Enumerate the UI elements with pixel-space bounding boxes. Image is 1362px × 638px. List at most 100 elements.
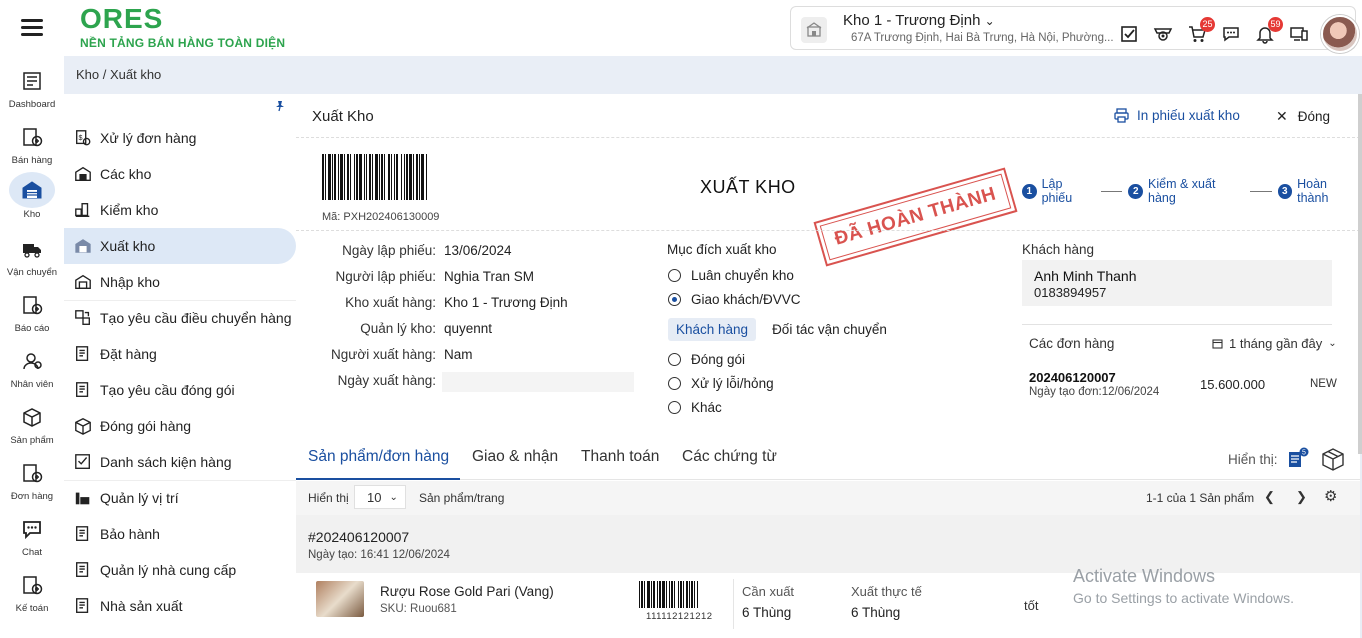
transfer-request-icon	[72, 307, 94, 329]
print-export-button[interactable]: In phiếu xuất kho	[1114, 108, 1240, 123]
rail-item-label: Đơn hàng	[10, 491, 54, 502]
step-connector	[1101, 190, 1123, 192]
store-selector[interactable]: Kho 1 - Trương Định ⌄ 67A Trương Định, H…	[790, 6, 1359, 53]
purpose-radio[interactable]: Xử lý lỗi/hỏng	[668, 376, 774, 391]
divider	[733, 579, 734, 629]
per-page-select[interactable]: 10 ⌄	[354, 485, 406, 509]
subnav-item-13[interactable]: Quản lý nhà cung cấp	[64, 552, 296, 588]
menu-icon[interactable]	[21, 19, 43, 37]
rail-item-10[interactable]: Kế toán	[0, 568, 64, 614]
rail-item-6[interactable]: Nhân viên	[0, 344, 64, 390]
bell-icon[interactable]: 59	[1253, 17, 1283, 47]
rail-item-8[interactable]: Đơn hàng	[0, 456, 64, 502]
list-view-icon[interactable]: 5	[1284, 446, 1310, 472]
order-code[interactable]: 202406120007	[1029, 370, 1116, 385]
per-page-label: Sản phẩm/trang	[419, 491, 505, 505]
export-date-field[interactable]	[442, 372, 634, 392]
step-number: 3	[1277, 183, 1293, 199]
subnav-item-8[interactable]: Tạo yêu cầu đóng gói	[64, 372, 296, 408]
cart-icon[interactable]: 25	[1185, 17, 1215, 47]
tab-customer[interactable]: Khách hàng	[668, 318, 757, 341]
subnav-item-12[interactable]: Bảo hành	[64, 516, 296, 552]
export-panel: Xuất Kho In phiếu xuất kho ✕ Đóng Mã: PX…	[296, 94, 1360, 638]
subnav-item-9[interactable]: Đóng gói hàng	[64, 408, 296, 444]
subnav-item-label: Tạo yêu cầu đóng gói	[100, 382, 235, 398]
subnav-item-6[interactable]: Tạo yêu cầu điều chuyển hàng	[64, 300, 296, 336]
import-icon	[72, 271, 94, 293]
group-order-code: #202406120007	[308, 529, 410, 545]
purpose-radio[interactable]: Luân chuyển kho	[668, 268, 794, 283]
box-view-icon[interactable]	[1320, 446, 1346, 472]
panel-title: Xuất Kho	[312, 108, 374, 125]
logo[interactable]: ORES NỀN TẢNG BÁN HÀNG TOÀN DIỆN	[80, 4, 286, 51]
orders-date-filter[interactable]: 1 tháng gần đây ⌄	[1212, 336, 1337, 351]
purpose-radio[interactable]: Đóng gói	[668, 352, 745, 367]
product-name[interactable]: Rượu Rose Gold Pari (Vang)	[380, 584, 554, 599]
radio-button[interactable]	[668, 353, 681, 366]
subnav-item-7[interactable]: Đặt hàng	[64, 336, 296, 372]
info-label: Ngày xuất hàng:	[337, 373, 436, 388]
radio-label: Giao khách/ĐVVC	[691, 292, 801, 307]
devices-icon[interactable]	[1287, 21, 1311, 47]
divider	[1022, 324, 1332, 325]
purpose-radio[interactable]: Khác	[668, 400, 722, 415]
rail-item-5[interactable]: Báo cáo	[0, 288, 64, 334]
pin-icon[interactable]	[274, 100, 286, 112]
rail-item-4[interactable]: Vận chuyển	[0, 232, 64, 278]
dashboard-icon	[14, 64, 50, 98]
subnav-item-5[interactable]: Nhập kho	[64, 264, 296, 300]
info-value: Nam	[444, 347, 473, 362]
pagination-bar: Hiển thị 10 ⌄ Sản phẩm/trang 1-1 của 1 S…	[296, 481, 1360, 515]
tab-payment[interactable]: Thanh toán	[581, 448, 659, 466]
printer-icon	[1114, 108, 1129, 123]
subnav-item-11[interactable]: Quản lý vị trí	[64, 480, 296, 516]
step-label: Kiểm & xuất hàng	[1148, 177, 1216, 205]
watermark-line1: Activate Windows	[1073, 566, 1216, 586]
group-created: Ngày tạo: 16:41 12/06/2024	[308, 549, 450, 561]
info-label: Quản lý kho:	[360, 321, 436, 336]
sales-icon	[14, 120, 50, 154]
supplier-icon	[72, 559, 94, 581]
close-button[interactable]: ✕ Đóng	[1276, 108, 1330, 125]
radio-button[interactable]	[668, 269, 681, 282]
camera-icon[interactable]	[1151, 21, 1175, 47]
package-icon	[72, 415, 94, 437]
radio-button[interactable]	[668, 401, 681, 414]
close-label: Đóng	[1297, 109, 1331, 124]
gear-icon[interactable]: ⚙	[1324, 487, 1337, 505]
subnav-item-label: Quản lý nhà cung cấp	[100, 562, 237, 578]
logo-tagline: NỀN TẢNG BÁN HÀNG TOÀN DIỆN	[80, 36, 286, 50]
active-tab-indicator	[296, 478, 460, 480]
next-page-icon[interactable]: ❯	[1296, 489, 1307, 505]
messages-icon[interactable]	[1219, 21, 1243, 47]
rail-item-3[interactable]: Kho	[0, 172, 64, 220]
subnav-item-label: Quản lý vị trí	[100, 490, 179, 506]
subnav-item-label: Kiểm kho	[100, 202, 159, 218]
subnav-item-3[interactable]: Kiểm kho	[64, 192, 296, 228]
tab-products[interactable]: Sản phẩm/đơn hàng	[308, 448, 449, 466]
scrollbar[interactable]	[1358, 94, 1362, 454]
rail-item-2[interactable]: Bán hàng	[0, 120, 64, 166]
top-header: ORES NỀN TẢNG BÁN HÀNG TOÀN DIỆN Kho 1 -…	[64, 0, 1362, 56]
subnav-item-4[interactable]: Xuất kho	[64, 228, 296, 264]
rail-item-7[interactable]: Sản phẩm	[0, 400, 64, 446]
subnav-item-1[interactable]: $ Xử lý đơn hàng	[64, 120, 296, 156]
rail-item-1[interactable]: Dashboard	[0, 64, 64, 110]
prev-page-icon[interactable]: ❮	[1264, 489, 1275, 505]
radio-button[interactable]	[668, 377, 681, 390]
task-check-icon[interactable]	[1117, 21, 1141, 47]
rail-item-9[interactable]: Chat	[0, 512, 64, 558]
radio-button[interactable]	[668, 293, 681, 306]
product-barcode-number: 111112121212	[646, 611, 713, 622]
radio-label: Khác	[691, 400, 722, 415]
rail-item-label: Báo cáo	[14, 323, 50, 334]
subnav-item-14[interactable]: Nhà sản xuất	[64, 588, 296, 624]
avatar[interactable]	[1321, 15, 1359, 53]
purpose-radio[interactable]: Giao khách/ĐVVC	[668, 292, 801, 307]
store-name[interactable]: Kho 1 - Trương Định ⌄	[843, 12, 995, 29]
tab-delivery[interactable]: Giao & nhận	[472, 448, 558, 466]
tab-documents[interactable]: Các chứng từ	[682, 448, 777, 466]
subnav-item-2[interactable]: Các kho	[64, 156, 296, 192]
subnav-item-10[interactable]: Danh sách kiện hàng	[64, 444, 296, 480]
tab-shipping-partner[interactable]: Đối tác vận chuyển	[764, 318, 895, 341]
